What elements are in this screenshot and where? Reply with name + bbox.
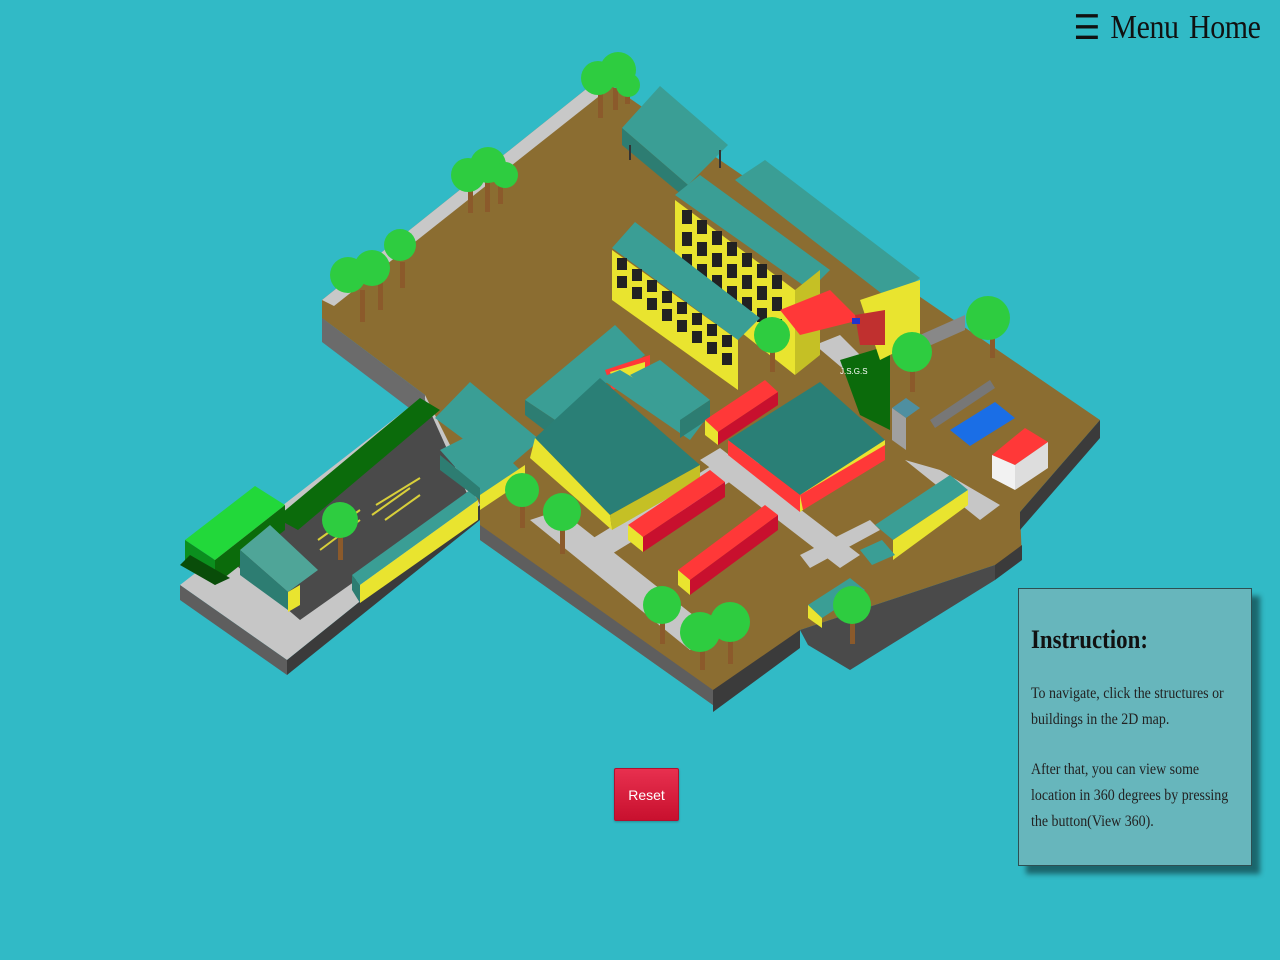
instruction-paragraph-1: To navigate, click the structures or bui… [1031,685,1224,728]
flag-label: J.S.G.S [840,367,868,376]
reset-button[interactable]: Reset [614,768,679,821]
instruction-panel: Instruction: To navigate, click the stru… [1018,588,1252,866]
instruction-paragraph-2: After that, you can view some location i… [1031,761,1229,830]
flag-icon [852,318,860,324]
instruction-title: Instruction: [1031,625,1148,654]
